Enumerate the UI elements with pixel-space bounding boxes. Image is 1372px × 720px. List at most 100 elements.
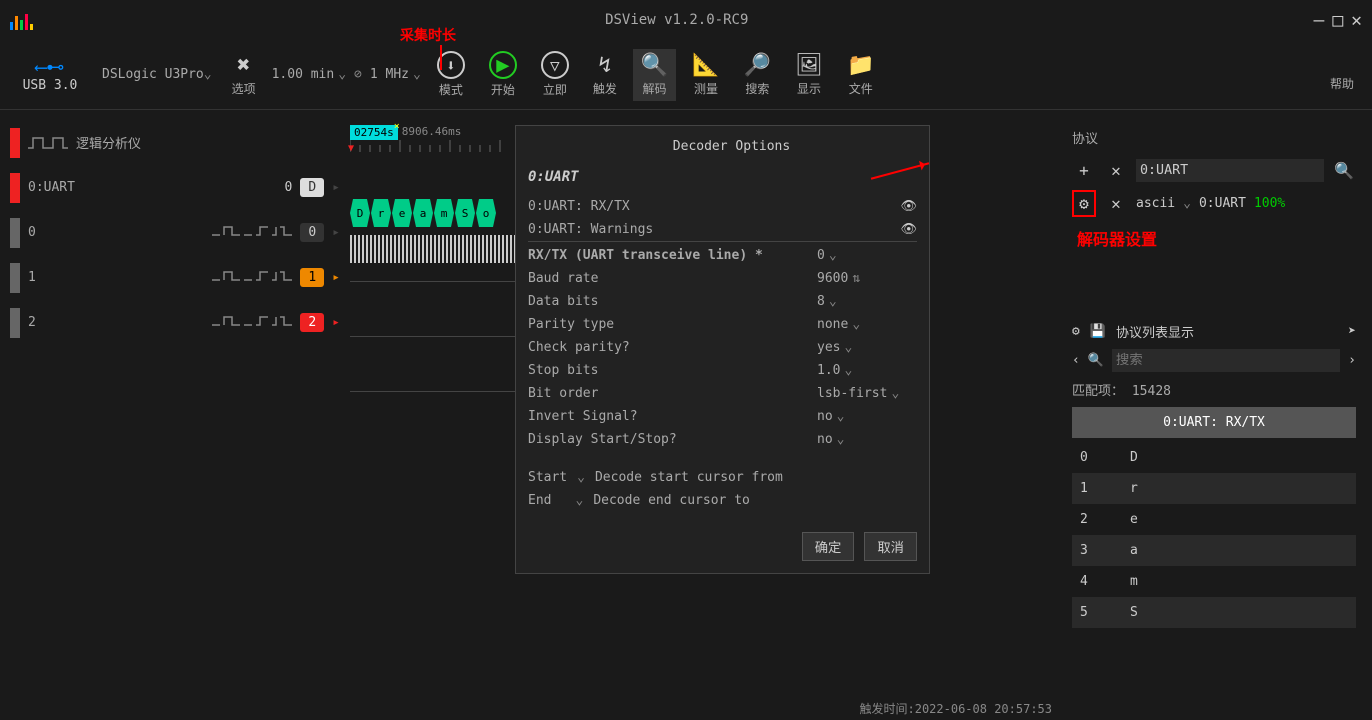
result-row[interactable]: 2e (1072, 504, 1356, 535)
gear-icon[interactable]: ⚙ (1072, 324, 1080, 339)
channel-2[interactable]: 2 2 ▸ (0, 300, 350, 345)
chevron-down-icon[interactable]: ⌄ (852, 317, 860, 332)
chevron-down-icon[interactable]: ⌄ (829, 248, 837, 263)
add-protocol-button[interactable]: + (1072, 161, 1096, 180)
decoder-section-title: 0:UART (528, 169, 917, 185)
option-value[interactable]: yes (817, 340, 840, 355)
protocol-search-input[interactable] (1136, 159, 1324, 182)
search-button[interactable]: 🔎搜索 (736, 49, 779, 101)
remove-decoder-button[interactable]: ✕ (1104, 194, 1128, 213)
results-column-header[interactable]: 0:UART: RX/TX (1072, 407, 1356, 438)
result-row[interactable]: 5S (1072, 597, 1356, 628)
result-row[interactable]: 4m (1072, 566, 1356, 597)
channel-value: 0 (285, 180, 293, 195)
measure-button[interactable]: 📐测量 (684, 49, 727, 101)
start-button[interactable]: ▶开始 (481, 47, 525, 102)
channel-header-label: 逻辑分析仪 (76, 133, 340, 152)
eye-icon[interactable]: 👁 (900, 222, 917, 237)
chevron-down-icon[interactable]: ⌄ (829, 294, 837, 309)
chevron-down-icon[interactable]: ⌄ (891, 386, 899, 401)
decoded-char: e (392, 199, 412, 227)
option-value[interactable]: 1.0 (817, 363, 840, 378)
match-count: 15428 (1132, 384, 1171, 399)
next-button[interactable]: › (1348, 353, 1356, 368)
minimize-button[interactable]: — (1313, 10, 1324, 31)
square-wave-icon (28, 133, 68, 153)
result-row[interactable]: 1r (1072, 473, 1356, 504)
prev-button[interactable]: ‹ (1072, 353, 1080, 368)
decoded-data-row: D r e a m S o (350, 199, 515, 227)
chevron-down-icon[interactable]: ⌄ (1183, 196, 1191, 211)
channel-0[interactable]: 0 0 ▸ (0, 210, 350, 255)
option-value[interactable]: no (817, 409, 833, 424)
result-row[interactable]: 0D (1072, 442, 1356, 473)
decoder-options-panel: Decoder Options 0:UART 0:UART: RX/TX👁 0:… (515, 125, 930, 574)
chevron-down-icon[interactable]: ⌄ (844, 340, 852, 355)
folder-icon: 📁 (847, 53, 874, 78)
trigger-button[interactable]: ↯触发 (585, 49, 625, 101)
close-icon[interactable]: × (394, 121, 400, 132)
results-title: 协议列表显示 (1116, 322, 1338, 341)
channel-1[interactable]: 1 1 ▸ (0, 255, 350, 300)
channel-color-indicator (10, 173, 20, 203)
results-search-input[interactable] (1112, 349, 1340, 372)
cursor-start-select[interactable]: Start (528, 470, 567, 485)
decoder-panel-title: Decoder Options (546, 139, 917, 154)
decode-button[interactable]: 🔍解码 (633, 49, 676, 101)
cancel-button[interactable]: 取消 (864, 532, 917, 561)
duration-selector[interactable]: 1.00 min ⌄ (272, 67, 346, 82)
option-label: RX/TX (UART transceive line) * (528, 248, 763, 263)
send-icon[interactable]: ➤ (1348, 324, 1356, 339)
chevron-down-icon[interactable]: ⌄ (837, 409, 845, 424)
instant-icon: ▽ (541, 51, 569, 79)
waveform-area[interactable]: 02754s× 8906.46ms ▼ D r e a m S o (350, 125, 515, 411)
decoder-settings-button[interactable]: ⚙ (1072, 190, 1096, 217)
eye-icon[interactable]: 👁 (900, 199, 917, 214)
cursor-end-select[interactable]: End (528, 493, 551, 508)
progress-label: 100% (1254, 196, 1285, 211)
save-icon[interactable]: 💾 (1090, 324, 1106, 339)
channel-number-badge: 0 (300, 223, 324, 242)
search-icon[interactable]: 🔍 (1332, 161, 1356, 180)
cursor-desc: Decode start cursor from (595, 470, 783, 485)
chevron-down-icon[interactable]: ⌄ (575, 493, 583, 508)
digital-signal-flat (350, 281, 515, 301)
usb-label: USB 3.0 (23, 78, 78, 93)
device-selector[interactable]: DSLogic U3Pro ⌄ (98, 65, 216, 84)
protocol-title: 协议 (1072, 128, 1356, 147)
cursor-time-badge[interactable]: 02754s× (350, 125, 398, 140)
format-select[interactable]: ascii (1136, 196, 1175, 211)
chevron-down-icon[interactable]: ⌄ (577, 470, 585, 485)
instant-button[interactable]: ▽立即 (533, 47, 577, 102)
app-logo-icon (10, 10, 40, 30)
stepper-icon[interactable]: ⇅ (852, 271, 860, 286)
channel-header[interactable]: 逻辑分析仪 (0, 120, 350, 165)
option-value[interactable]: 9600 (817, 271, 848, 286)
channel-uart[interactable]: 0:UART 0 D ▸ (0, 165, 350, 210)
time-ruler (350, 140, 510, 155)
chevron-down-icon[interactable]: ⌄ (837, 432, 845, 447)
option-value[interactable]: 8 (817, 294, 825, 309)
maximize-button[interactable]: □ (1332, 10, 1343, 31)
remove-protocol-button[interactable]: ✕ (1104, 161, 1128, 180)
option-value[interactable]: no (817, 432, 833, 447)
option-value[interactable]: lsb-first (817, 386, 887, 401)
protocol-panel: 协议 + ✕ 🔍 ⚙ ✕ ascii⌄ 0:UART 100% 解码器设置 (1064, 120, 1364, 268)
option-value[interactable]: 0 (817, 248, 825, 263)
frequency-selector[interactable]: 1 MHz ⌄ (370, 67, 421, 82)
options-button[interactable]: ✖选项 (224, 49, 264, 101)
ok-button[interactable]: 确定 (802, 532, 855, 561)
help-button[interactable]: 帮助 (1322, 53, 1362, 96)
close-button[interactable]: ✕ (1351, 10, 1362, 31)
option-value[interactable]: none (817, 317, 848, 332)
display-button[interactable]: 🖼显示 (787, 49, 831, 101)
titlebar: DSView v1.2.0-RC9 — □ ✕ (0, 0, 1372, 40)
chevron-down-icon[interactable]: ⌄ (844, 363, 852, 378)
file-button[interactable]: 📁文件 (839, 49, 882, 101)
annotation-arrow-down (440, 45, 442, 70)
channel-list: 逻辑分析仪 0:UART 0 D ▸ 0 0 ▸ 1 1 ▸ 2 2 (0, 110, 350, 700)
option-label: Check parity? (528, 340, 630, 355)
mode-button[interactable]: ⬇模式 (429, 47, 473, 102)
result-row[interactable]: 3a (1072, 535, 1356, 566)
chevron-right-icon: ▸ (332, 225, 340, 240)
